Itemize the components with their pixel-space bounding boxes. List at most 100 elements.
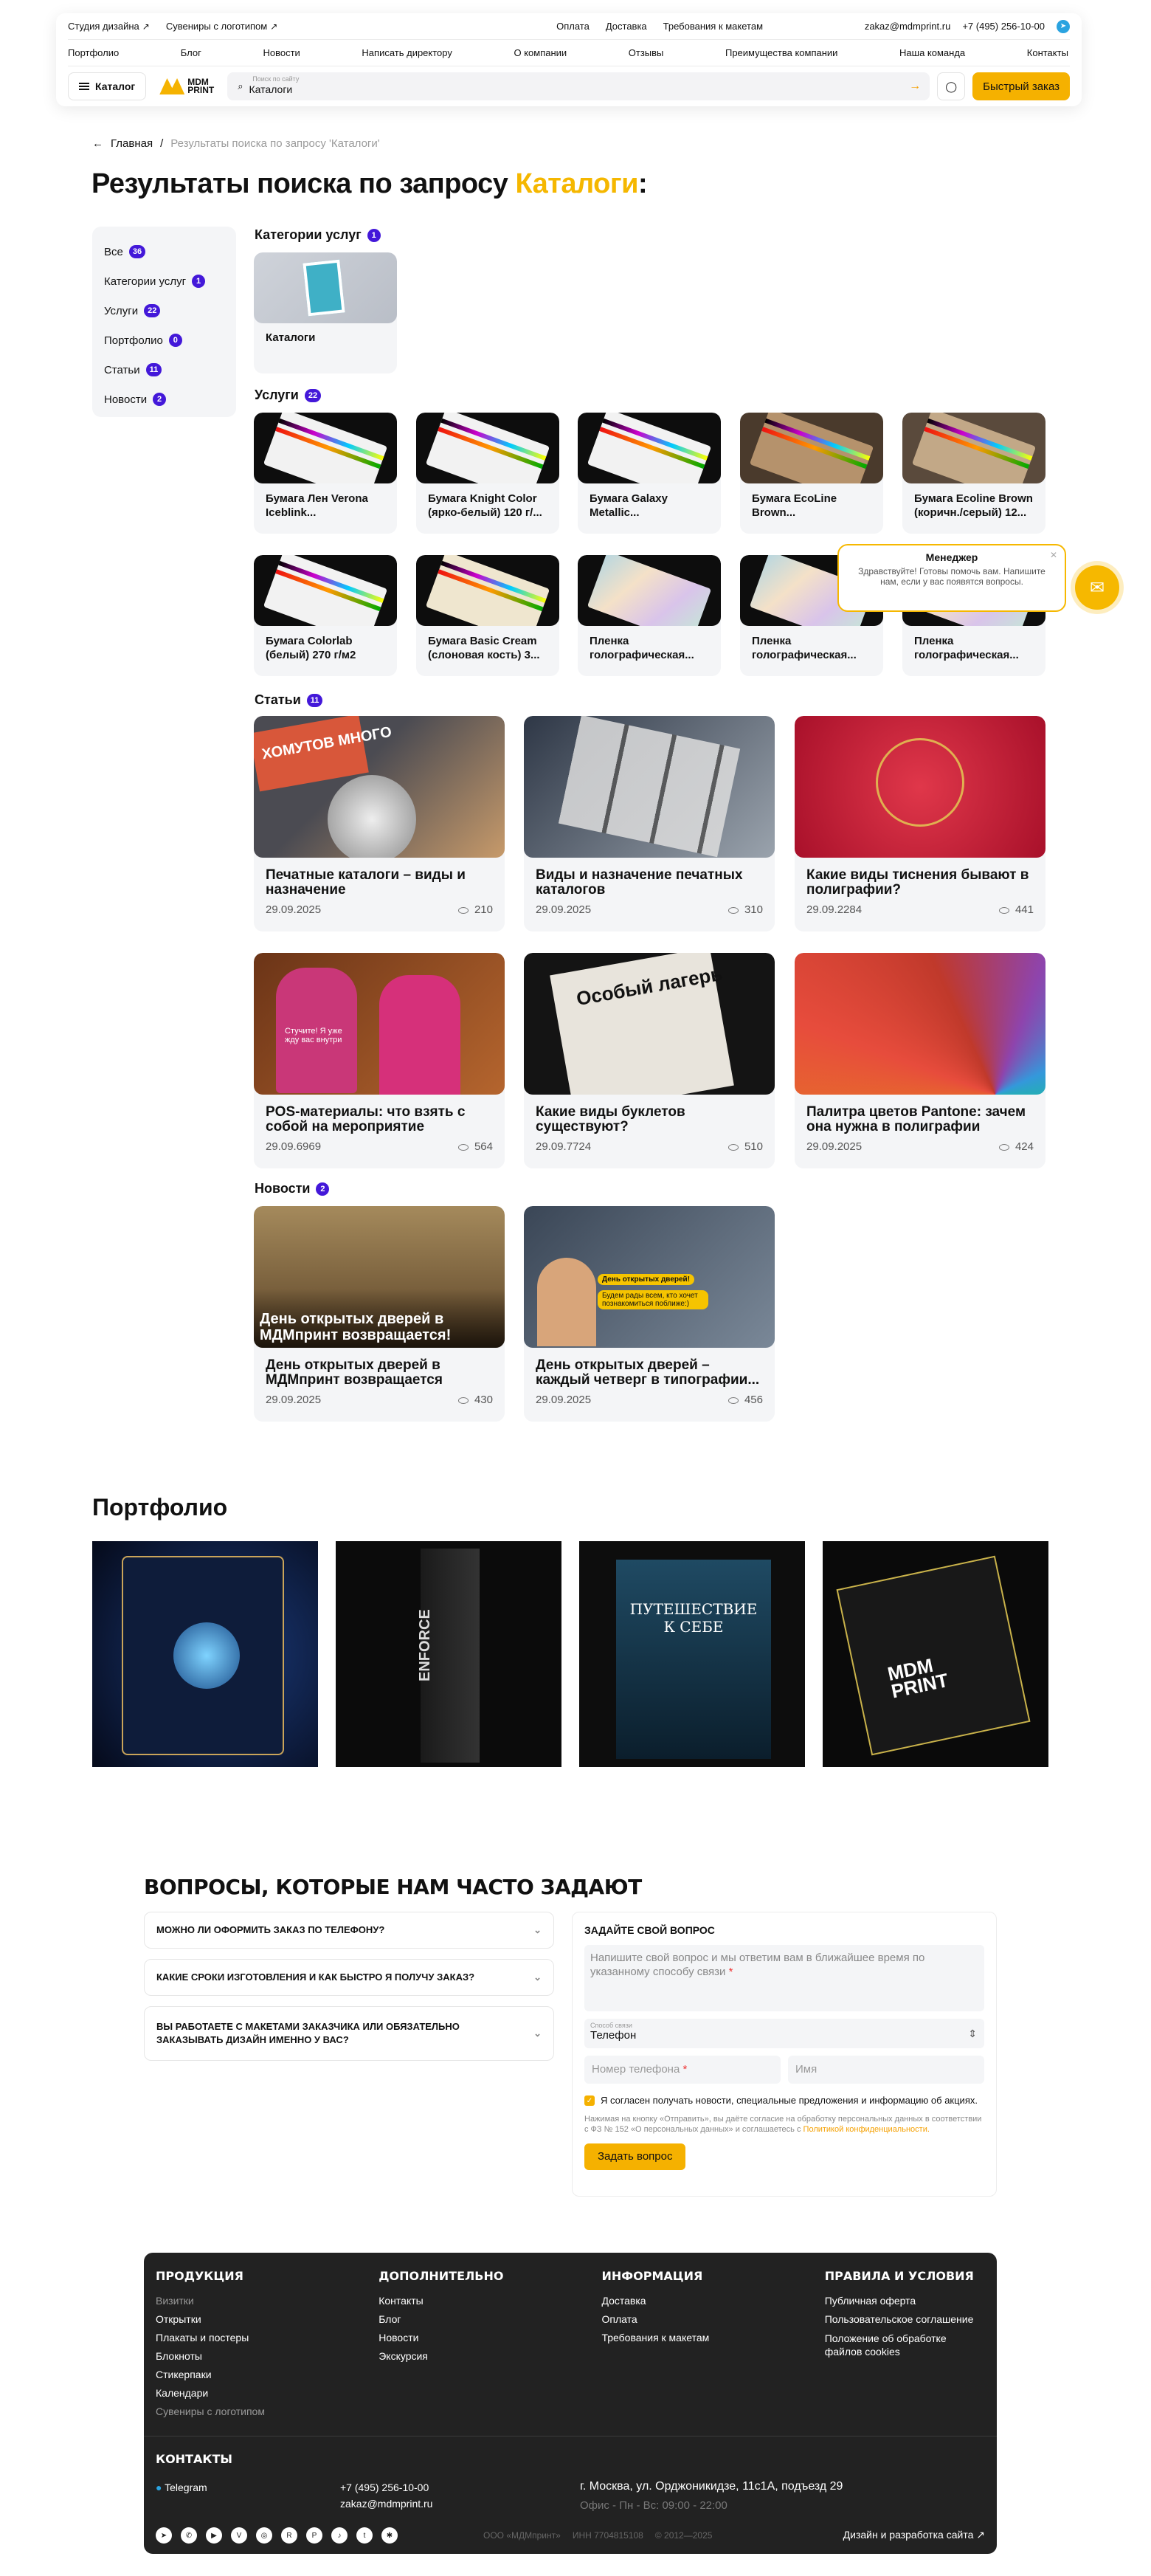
nav-news[interactable]: Новости [263,47,300,58]
footer-link[interactable]: Стикерпаки [156,2366,379,2384]
question-textarea[interactable]: Напишите свой вопрос и мы ответим вам в … [584,1945,984,2011]
privacy-policy-link[interactable]: Политикой конфиденциальности. [803,2125,930,2134]
catalog-button[interactable]: Каталог [68,72,147,100]
contact-method-select[interactable]: Способ связи Телефон ⇕ [584,2019,984,2048]
service-card[interactable]: Бумага Ecoline Brown (коричн./серый) 12.… [902,413,1045,534]
nav-portfolio[interactable]: Портфолио [68,47,119,58]
footer-link[interactable]: Оплата [601,2310,824,2329]
footer-link[interactable]: Положение об обработке файлов cookies [825,2332,985,2358]
footer-link[interactable]: Сувениры с логотипом [156,2403,379,2421]
search-submit-icon[interactable]: → [909,80,921,93]
nav-contacts[interactable]: Контакты [1027,47,1068,58]
dzen-icon[interactable]: ✱ [381,2527,398,2544]
search-input[interactable]: ⌕ Поиск по сайту Каталоги → [227,72,930,100]
nav-reviews[interactable]: Отзывы [629,47,664,58]
article-card[interactable]: Виды и назначение печатных каталогов 29.… [524,716,775,931]
tiktok-icon[interactable]: ♪ [331,2527,348,2544]
footer-link[interactable]: Новости [379,2329,601,2347]
ask-question-button[interactable]: Задать вопрос [584,2143,686,2170]
consent-checkbox[interactable]: ✓ Я согласен получать новости, специальны… [584,2094,984,2107]
tumblr-icon[interactable]: t [356,2527,373,2544]
article-card[interactable]: Особый лагерь Какие виды буклетов сущест… [524,953,775,1168]
site-logo[interactable]: MDM PRINT [159,78,214,94]
footer-link[interactable]: Доставка [601,2292,824,2310]
footer-link[interactable]: Визитки [156,2292,379,2310]
rutube-icon[interactable]: R [281,2527,297,2544]
portfolio-image[interactable]: ENFORCE [336,1541,561,1767]
service-card[interactable]: Бумага Лен Verona Iceblink... [254,413,397,534]
article-card[interactable]: Стучите! Я уже жду вас внутри POS-матери… [254,953,505,1168]
footer-link[interactable]: Блокноты [156,2347,379,2366]
quick-order-button[interactable]: Быстрый заказ [972,72,1070,100]
footer-link[interactable]: Требования к макетам [601,2329,824,2347]
layout-requirements-link[interactable]: Требования к макетам [663,21,763,32]
close-icon[interactable]: ✕ [1050,550,1057,560]
nav-advantages[interactable]: Преимущества компании [725,47,837,58]
telegram-icon[interactable]: ➤ [1057,19,1070,33]
header-phone[interactable]: +7 (495) 256-10-00 [962,21,1045,32]
filter-news[interactable]: Новости 2 [104,385,236,414]
chat-popup[interactable]: ✕ Менеджер Здравствуйте! Готовы помочь в… [837,544,1066,612]
service-title: Пленка голографическая... [914,635,1019,661]
footer-link[interactable]: Открытки [156,2310,379,2329]
pinterest-icon[interactable]: P [306,2527,322,2544]
header-email[interactable]: zakaz@mdmprint.ru [865,21,951,32]
nav-blog[interactable]: Блог [181,47,201,58]
footer-link[interactable]: Контакты [379,2292,601,2310]
faq-item[interactable]: ВЫ РАБОТАЕТЕ С МАКЕТАМИ ЗАКАЗЧИКА ИЛИ ОБ… [144,2006,554,2061]
design-studio-link[interactable]: Студия дизайна ↗ [68,21,150,32]
footer-link[interactable]: Плакаты и постеры [156,2329,379,2347]
article-card[interactable]: ХОМУТОВ МНОГО Печатные каталоги – виды и… [254,716,505,931]
service-card[interactable]: Бумага Knight Color (ярко-белый) 120 г/.… [416,413,559,534]
delivery-link[interactable]: Доставка [606,21,647,32]
phone-field[interactable]: Номер телефона * [584,2056,781,2084]
footer-email[interactable]: zakaz@mdmprint.ru [340,2498,432,2510]
portfolio-image[interactable] [92,1541,318,1767]
footer-link[interactable]: Календари [156,2384,379,2403]
service-card[interactable]: Бумага EcoLine Brown... [740,413,883,534]
article-card[interactable]: Какие виды тиснения бывают в полиграфии?… [795,716,1045,931]
nav-team[interactable]: Наша команда [899,47,965,58]
news-card[interactable]: День открытых дверей в МДМпринт возвраща… [254,1206,505,1422]
footer-link[interactable]: Публичная оферта [825,2292,985,2310]
developer-link[interactable]: Дизайн и разработка сайта ↗ [843,2529,985,2541]
category-card[interactable]: Каталоги [254,252,397,373]
breadcrumb-home[interactable]: Главная [111,137,153,150]
footer-link[interactable]: Блог [379,2310,601,2329]
payment-link[interactable]: Оплата [556,21,590,32]
news-date: 29.09.2025 [266,1394,322,1406]
name-field[interactable]: Имя [788,2056,984,2084]
service-card[interactable]: Бумага Galaxy Metallic... [578,413,721,534]
filter-portfolio[interactable]: Портфолио 0 [104,326,236,355]
service-card[interactable]: Бумага Colorlab (белый) 270 г/м2 [254,555,397,676]
chat-bubble-icon[interactable]: ✉ [1075,565,1119,610]
service-card[interactable]: Пленка голографическая... [578,555,721,676]
portfolio-image[interactable]: MDM PRINT [823,1541,1048,1767]
news-card[interactable]: День открытых дверей! Будем рады всем, к… [524,1206,775,1422]
filter-services[interactable]: Услуги 22 [104,296,236,326]
privacy-note: Нажимая на кнопку «Отправить», вы даёте … [584,2115,982,2134]
chevron-down-icon: ⌄ [533,1971,542,1983]
nav-about[interactable]: О компании [514,47,567,58]
filter-all[interactable]: Все 36 [104,237,236,266]
footer-telegram[interactable]: ● Telegram [156,2482,207,2493]
nav-write-director[interactable]: Написать директору [362,47,452,58]
filter-articles[interactable]: Статьи 11 [104,355,236,385]
whatsapp-icon[interactable]: ✆ [181,2527,197,2544]
youtube-icon[interactable]: ▶ [206,2527,222,2544]
user-icon[interactable]: ◯ [937,72,966,100]
footer-phone[interactable]: +7 (495) 256-10-00 [340,2482,429,2493]
telegram-icon[interactable]: ➤ [156,2527,172,2544]
faq-item[interactable]: КАКИЕ СРОКИ ИЗГОТОВЛЕНИЯ И КАК БЫСТРО Я … [144,1959,554,1996]
service-card[interactable]: Бумага Basic Cream (слоновая кость) 3... [416,555,559,676]
footer-link[interactable]: Пользовательское соглашение [825,2310,985,2329]
souvenirs-link[interactable]: Сувениры с логотипом ↗ [166,21,277,32]
instagram-icon[interactable]: ◎ [256,2527,272,2544]
faq-item[interactable]: МОЖНО ЛИ ОФОРМИТЬ ЗАКАЗ ПО ТЕЛЕФОНУ? ⌄ [144,1912,554,1949]
portfolio-image[interactable]: ПУТЕШЕСТВИЕ К СЕБЕ [579,1541,805,1767]
article-card[interactable]: Палитра цветов Pantone: зачем она нужна … [795,953,1045,1168]
vk-icon[interactable]: V [231,2527,247,2544]
back-arrow-icon[interactable]: ← [92,137,103,150]
footer-link[interactable]: Экскурсия [379,2347,601,2366]
filter-categories[interactable]: Категории услуг 1 [104,266,236,296]
